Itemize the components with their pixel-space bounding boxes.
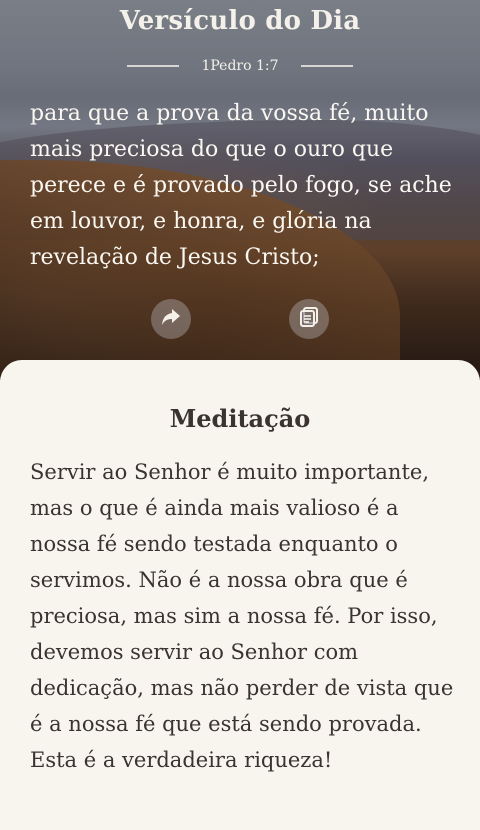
verse-reference: 1Pedro 1:7 [201,58,279,74]
share-button[interactable] [151,299,191,339]
meditation-title: Meditação [169,404,311,433]
verse-text: para que a prova da vossa fé, muito mais… [30,101,452,270]
meditation-text: Servir ao Senhor é muito importante, mas… [30,460,454,772]
share-arrow-icon [160,307,182,332]
copy-button[interactable] [289,299,329,339]
reference-divider-left [127,65,180,67]
copy-icon [298,306,320,333]
page-title: Versículo do Dia [119,6,361,36]
reference-row: 1Pedro 1:7 [0,58,480,74]
reference-divider-right [300,65,353,67]
verse-hero: Versículo do Dia 1Pedro 1:7 para que a p… [0,0,480,380]
meditation-panel: Meditação Servir ao Senhor é muito impor… [0,360,480,830]
